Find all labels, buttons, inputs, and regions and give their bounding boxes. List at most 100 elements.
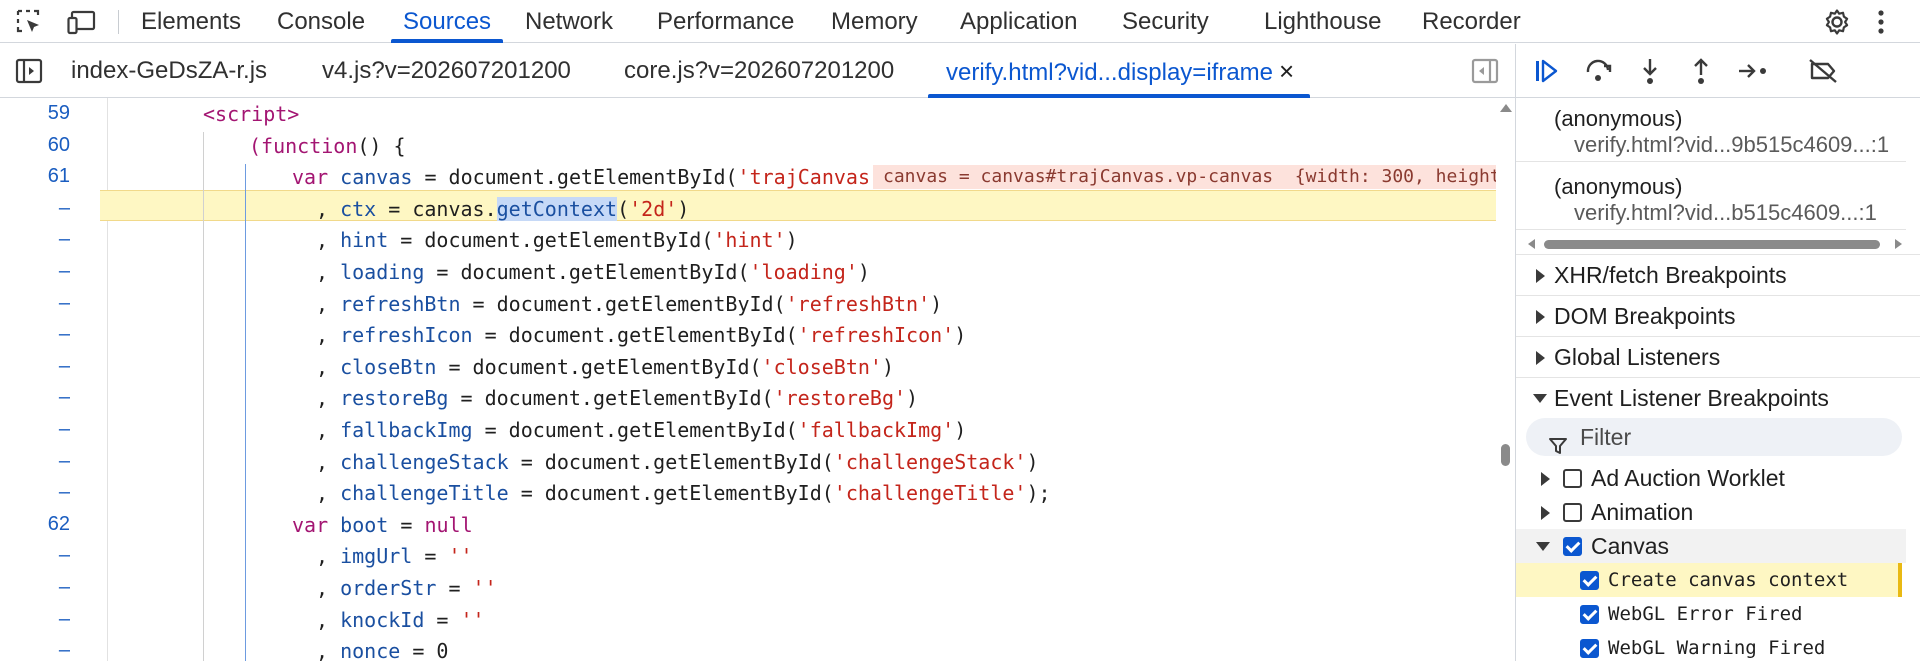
call-stack-frame[interactable]: (anonymous) verify.html?vid...b515c4609.… [1516,166,1906,230]
code-text: , loading = document.getElementById('loa… [316,260,870,284]
step-icon[interactable] [1736,56,1770,86]
bp-create-canvas-context[interactable]: Create canvas context [1516,563,1902,597]
code-text: (function() { [249,134,406,158]
expand-arrow-icon[interactable] [1541,472,1550,486]
more-options-icon[interactable] [1866,8,1896,36]
scroll-left-arrow-icon[interactable] [1528,239,1535,249]
code-token: ) [954,323,967,348]
code-text: , nonce = 0 [316,639,448,661]
scrollbar-thumb[interactable] [1544,240,1880,249]
bp-category-animation[interactable]: Animation [1516,495,1906,529]
code-token: 'refreshIcon' [797,323,955,348]
event-filter-input[interactable]: Filter [1526,418,1902,456]
code-token: , [316,228,341,253]
checkbox-checked[interactable] [1563,537,1582,556]
section-event-listener-breakpoints[interactable]: Event Listener Breakpoints [1516,377,1920,417]
code-token: ctx [340,196,377,221]
toolbar-divider [118,10,119,34]
code-editor[interactable]: 59 60 61 – – – – – – – – – – 62 – – – – … [0,98,1515,661]
bp-webgl-error-fired[interactable]: WebGL Error Fired [1516,597,1906,631]
code-line: , refreshBtn = document.getElementById('… [0,288,1496,320]
code-token: (function [249,133,358,158]
bp-label: Animation [1591,499,1694,525]
checkbox-unchecked[interactable] [1563,503,1582,522]
debugger-sidebar: (anonymous) verify.html?vid...9b515c4609… [1515,44,1920,661]
code-token: 'loading' [749,260,858,284]
step-into-icon[interactable] [1633,56,1667,86]
device-toolbar-icon[interactable] [67,8,97,36]
expand-arrow-icon[interactable] [1541,506,1550,520]
code-line: , closeBtn = document.getElementById('cl… [0,351,1496,383]
editor-vertical-scrollbar[interactable] [1496,98,1515,661]
checkbox-checked[interactable] [1580,605,1599,624]
bp-category-canvas[interactable]: Canvas [1516,529,1906,563]
tab-recorder[interactable]: Recorder [1422,0,1521,43]
section-dom-breakpoints[interactable]: DOM Breakpoints [1516,295,1920,335]
code-line: , loading = document.getElementById('loa… [0,256,1496,288]
inspect-element-icon[interactable] [14,8,44,36]
code-text: var canvas = document.getElementById('tr… [292,165,894,189]
tab-memory[interactable]: Memory [831,0,918,43]
tab-network[interactable]: Network [525,0,613,43]
tab-sources[interactable]: Sources [390,0,504,43]
bp-label: Canvas [1591,533,1669,559]
code-text: , refreshIcon = document.getElementById(… [316,323,966,347]
callstack-horizontal-scrollbar[interactable] [1526,237,1906,251]
code-token: '' [448,544,473,569]
code-token: , [316,386,341,411]
toggle-navigator-icon[interactable] [14,57,44,85]
checkbox-checked[interactable] [1580,571,1599,590]
close-tab-icon[interactable]: × [1279,44,1294,98]
tab-application[interactable]: Application [960,0,1077,43]
code-token: , [316,196,341,221]
tab-lighthouse[interactable]: Lighthouse [1264,0,1381,43]
step-out-icon[interactable] [1684,56,1718,86]
file-tab-label: verify.html?vid...display=iframe [946,59,1273,86]
selected-token: getContext [496,196,618,221]
tab-security[interactable]: Security [1122,0,1209,43]
code-token: = [436,576,473,600]
section-title: Global Listeners [1554,344,1721,370]
code-token: ) [677,196,690,221]
bp-label: WebGL Error Fired [1608,603,1803,625]
settings-gear-icon[interactable] [1822,8,1852,36]
code-token: nonce [340,639,401,661]
checkbox-checked[interactable] [1580,639,1599,658]
step-over-icon[interactable] [1582,56,1616,86]
scroll-right-arrow-icon[interactable] [1895,239,1902,249]
code-token: var [292,512,341,537]
file-tab-v4-js[interactable]: v4.js?v=202607201200 [322,44,571,98]
tab-performance[interactable]: Performance [657,0,794,43]
code-token: challengeStack [340,449,509,474]
scroll-up-arrow-icon[interactable] [1500,104,1512,112]
checkbox-unchecked[interactable] [1563,469,1582,488]
code-token: knockId [340,607,425,632]
file-tab-index-js[interactable]: index-GeDsZA-r.js [71,44,267,98]
code-token: '' [460,607,485,632]
call-frame-location[interactable]: verify.html?vid...9b515c4609...:1 [1554,132,1906,158]
code-token: , [316,418,341,442]
expand-arrow-icon [1536,269,1545,283]
file-tab-verify-html[interactable]: verify.html?vid...display=iframe × [927,44,1311,98]
code-token: 'trajCanvas' [737,165,883,190]
tab-elements[interactable]: Elements [141,0,241,43]
bp-label: Create canvas context [1608,569,1849,591]
toggle-debugger-sidebar-icon[interactable] [1470,57,1500,85]
call-stack-frame[interactable]: (anonymous) verify.html?vid...9b515c4609… [1516,98,1906,162]
code-token: , [316,449,341,474]
bp-webgl-warning-fired[interactable]: WebGL Warning Fired [1516,631,1906,661]
scrollbar-thumb[interactable] [1501,444,1510,466]
resume-script-icon[interactable] [1530,56,1564,86]
file-tab-core-js[interactable]: core.js?v=202607201200 [624,44,894,98]
section-global-listeners[interactable]: Global Listeners [1516,336,1920,376]
section-xhr-fetch-breakpoints[interactable]: XHR/fetch Breakpoints [1516,254,1920,294]
collapse-arrow-icon[interactable] [1536,542,1550,551]
code-token: loading [340,260,425,284]
deactivate-breakpoints-icon[interactable] [1806,56,1840,86]
tab-console[interactable]: Console [277,0,365,43]
call-frame-location[interactable]: verify.html?vid...b515c4609...:1 [1554,200,1906,226]
devtools-panel-tabbar: Elements Console Sources Network Perform… [0,0,1920,43]
bp-category-ad-auction-worklet[interactable]: Ad Auction Worklet [1516,461,1906,495]
code-token: , [316,291,341,316]
code-token: 'challengeTitle' [833,481,1027,506]
